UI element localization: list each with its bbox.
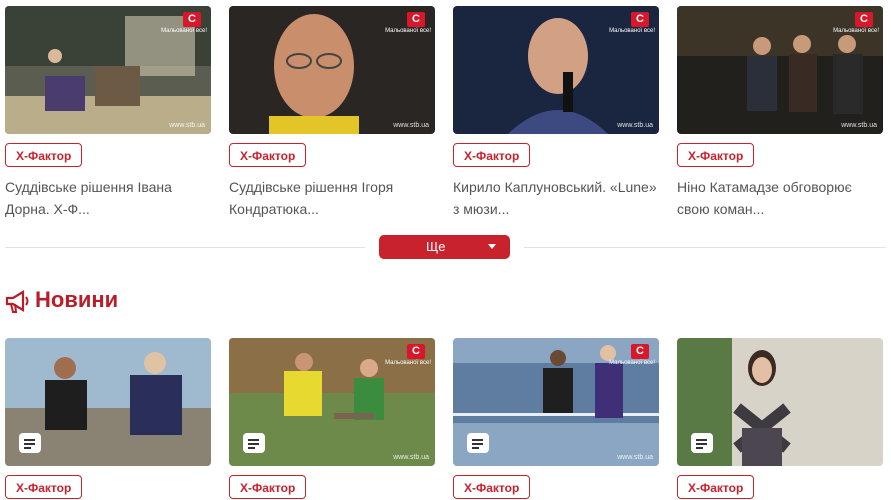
video-thumbnail[interactable]: С Мальованої все! www.stb.ua [453,6,659,134]
section-title: Новини [35,287,119,312]
channel-logo: С [407,344,425,359]
article-icon [467,433,489,453]
article-icon [19,433,41,453]
load-more-label: Ще [426,239,446,254]
news-thumbnail[interactable] [677,338,883,466]
article-icon [243,433,265,453]
thumbnail-image [229,6,435,134]
category-tag[interactable]: Х-Фактор [229,143,307,167]
channel-slogan: Мальованої все! [385,28,431,34]
load-more-button[interactable]: Ще [379,235,510,259]
channel-slogan: Мальованої все! [609,360,655,366]
category-tag[interactable]: Х-Фактор [453,143,531,167]
megaphone-icon [5,290,29,313]
channel-logo: С [407,12,425,27]
video-title[interactable]: Кирило Каплуновський. «Lune» з мюзи... [453,176,659,220]
watermark: www.stb.ua [393,122,429,129]
watermark: www.stb.ua [841,122,877,129]
video-thumbnail[interactable]: С Мальованої все! www.stb.ua [5,6,211,134]
category-tag[interactable]: Х-Фактор [5,143,83,167]
video-title[interactable]: Ніно Катамадзе обговорює свою коман... [677,176,883,220]
divider-right [524,247,886,248]
category-tag[interactable]: Х-Фактор [677,475,755,499]
category-tag[interactable]: Х-Фактор [5,475,83,499]
news-thumbnail[interactable] [5,338,211,466]
channel-logo: С [631,12,649,27]
news-thumbnail[interactable]: С Мальованої все! www.stb.ua [229,338,435,466]
article-icon [691,433,713,453]
thumbnail-image [453,6,659,134]
divider-left [5,247,365,248]
caret-down-icon [488,244,496,249]
watermark: www.stb.ua [617,122,653,129]
channel-slogan: Мальованої все! [385,360,431,366]
channel-logo: С [855,12,873,27]
channel-slogan: Мальованої все! [833,28,879,34]
channel-slogan: Мальованої все! [161,28,207,34]
watermark: www.stb.ua [393,454,429,461]
video-title[interactable]: Суддівське рішення Івана Дорна. Х-Ф... [5,176,211,220]
category-tag[interactable]: Х-Фактор [677,143,755,167]
category-tag[interactable]: Х-Фактор [453,475,531,499]
channel-logo: С [631,344,649,359]
news-thumbnail[interactable]: С Мальованої все! www.stb.ua [453,338,659,466]
channel-slogan: Мальованої все! [609,28,655,34]
channel-logo: С [183,12,201,27]
watermark: www.stb.ua [617,454,653,461]
video-thumbnail[interactable]: С Мальованої все! www.stb.ua [677,6,883,134]
video-title[interactable]: Суддівське рішення Ігоря Кондратюка... [229,176,435,220]
thumbnail-image [5,6,211,134]
watermark: www.stb.ua [169,122,205,129]
video-thumbnail[interactable]: С Мальованої все! www.stb.ua [229,6,435,134]
category-tag[interactable]: Х-Фактор [229,475,307,499]
thumbnail-image [677,6,883,134]
